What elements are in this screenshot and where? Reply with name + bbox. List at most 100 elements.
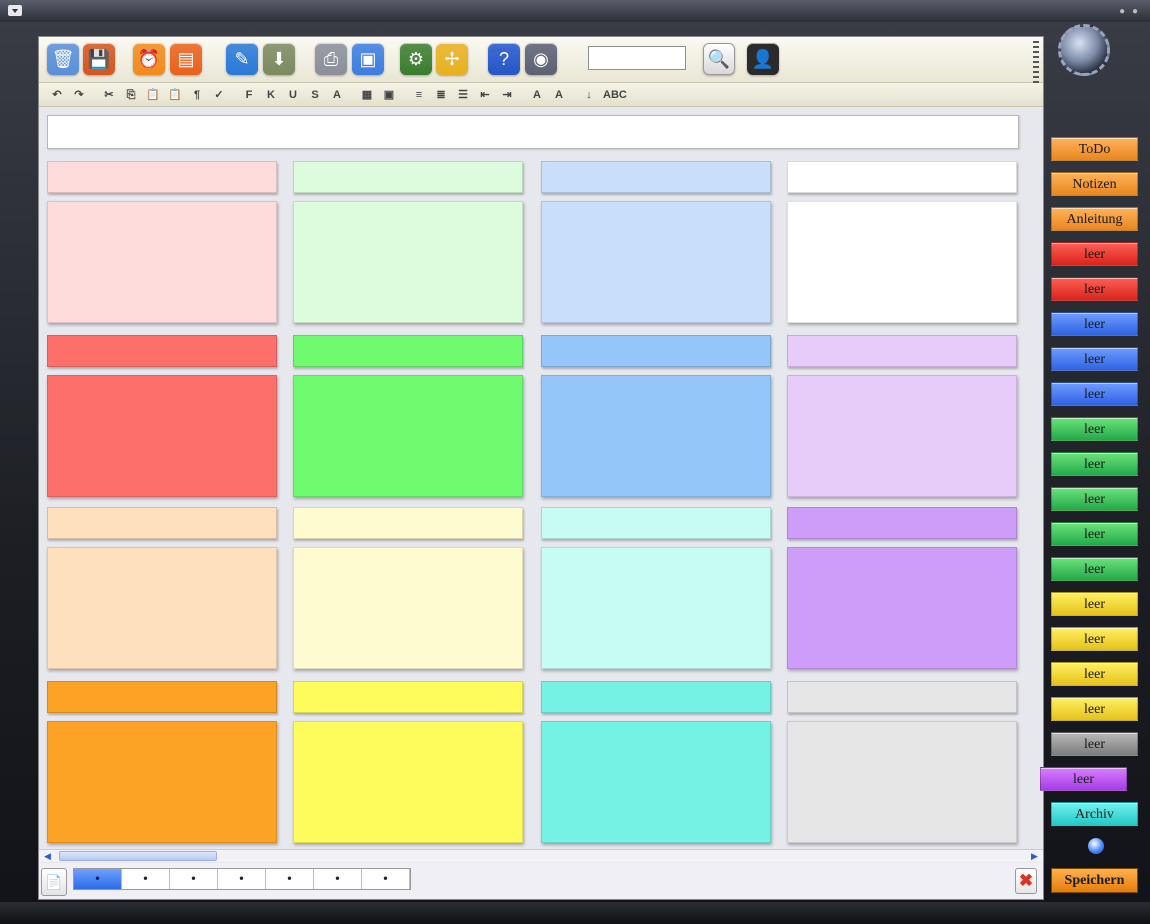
save-button[interactable]: 💾 [83, 43, 115, 75]
note-body-field[interactable] [47, 547, 277, 669]
align-left-icon[interactable]: ≡ [411, 87, 427, 103]
italic-icon[interactable]: K [263, 87, 279, 103]
note-title-field[interactable] [293, 335, 523, 367]
note-body-field[interactable] [293, 547, 523, 669]
sidebar-button-anleitung[interactable]: Anleitung [1051, 207, 1138, 231]
sidebar-button-empty-4[interactable]: leer [1051, 277, 1138, 301]
sidebar-button-empty-13[interactable]: leer [1051, 592, 1138, 616]
navigation-icon[interactable] [1088, 838, 1104, 854]
search-button[interactable]: 🔍 [703, 43, 735, 75]
font-size-down-icon[interactable]: A [551, 87, 567, 103]
note-body-field[interactable] [47, 721, 277, 843]
page-tab[interactable]: • [170, 869, 218, 889]
note-body-field[interactable] [47, 201, 277, 323]
save-button[interactable]: Speichern [1051, 868, 1138, 893]
page-tab[interactable]: • [74, 869, 122, 889]
note-title-field[interactable] [787, 681, 1017, 713]
note-title-field[interactable] [787, 507, 1017, 539]
note-body-field[interactable] [293, 721, 523, 843]
note-body-field[interactable] [787, 375, 1017, 497]
note-title-field[interactable] [293, 681, 523, 713]
page-tab[interactable]: • [362, 869, 410, 889]
scroll-left-icon[interactable]: ◀ [41, 850, 54, 862]
sidebar-button-empty-12[interactable]: leer [1051, 557, 1138, 581]
calendar-button[interactable]: ▤ [170, 43, 202, 75]
sort-icon[interactable]: ↓ [581, 87, 597, 103]
font-size-up-icon[interactable]: A [529, 87, 545, 103]
note-title-field[interactable] [293, 507, 523, 539]
sidebar-button-empty-15[interactable]: leer [1051, 662, 1138, 686]
window-button[interactable]: ▣ [352, 43, 384, 75]
insert-table-icon[interactable]: ▦ [359, 87, 375, 103]
note-body-field[interactable] [47, 375, 277, 497]
globe-icon[interactable] [1058, 24, 1110, 76]
trash-button[interactable]: 🗑 [47, 43, 79, 75]
sidebar-button-notizen[interactable]: Notizen [1051, 172, 1138, 196]
sidebar-button-empty-14[interactable]: leer [1051, 627, 1138, 651]
note-title-field[interactable] [541, 161, 771, 193]
sidebar-button-empty-5[interactable]: leer [1051, 312, 1138, 336]
download-button[interactable]: ⬇ [263, 43, 295, 75]
spellcheck-icon[interactable]: ABC [603, 87, 627, 103]
sidebar-button-empty-16[interactable]: leer [1051, 697, 1138, 721]
note-title-field[interactable] [293, 161, 523, 193]
note-title-field[interactable] [47, 161, 277, 193]
list-icon[interactable]: ☰ [455, 87, 471, 103]
outdent-icon[interactable]: ⇤ [477, 87, 493, 103]
search-input[interactable] [588, 46, 686, 70]
page-tab[interactable]: • [218, 869, 266, 889]
note-title-field[interactable] [47, 507, 277, 539]
sidebar-button-empty-8[interactable]: leer [1051, 417, 1138, 441]
text-input-bar[interactable] [47, 115, 1019, 149]
note-body-field[interactable] [541, 721, 771, 843]
note-body-field[interactable] [541, 547, 771, 669]
brush-button[interactable]: ✎ [226, 43, 258, 75]
user-button[interactable]: 👤 [747, 43, 779, 75]
sidebar-button-empty-3[interactable]: leer [1051, 242, 1138, 266]
note-body-field[interactable] [293, 201, 523, 323]
note-body-field[interactable] [293, 375, 523, 497]
horizontal-scrollbar[interactable]: ◀ ▶ [39, 849, 1043, 862]
help-button[interactable]: ? [488, 43, 520, 75]
cut-icon[interactable]: ✂ [101, 87, 117, 103]
page-tab[interactable]: • [266, 869, 314, 889]
system-menu-icon[interactable] [8, 5, 22, 16]
new-page-button[interactable]: 📄 [41, 868, 67, 896]
note-title-field[interactable] [541, 681, 771, 713]
note-title-field[interactable] [47, 335, 277, 367]
sidebar-button-empty-7[interactable]: leer [1051, 382, 1138, 406]
paste-icon[interactable]: 📋 [145, 87, 161, 103]
sidebar-button-empty-6[interactable]: leer [1051, 347, 1138, 371]
note-body-field[interactable] [787, 201, 1017, 323]
align-center-icon[interactable]: ≣ [433, 87, 449, 103]
sidebar-button-empty-18[interactable]: leer [1040, 767, 1127, 791]
note-body-field[interactable] [541, 375, 771, 497]
sidebar-button-empty-9[interactable]: leer [1051, 452, 1138, 476]
note-title-field[interactable] [541, 507, 771, 539]
sidebar-button-todo[interactable]: ToDo [1051, 137, 1138, 161]
undo-icon[interactable]: ↶ [49, 87, 65, 103]
sidebar-button-archiv[interactable]: Archiv [1051, 802, 1138, 826]
redo-icon[interactable]: ↷ [71, 87, 87, 103]
strikethrough-icon[interactable]: S [307, 87, 323, 103]
sidebar-button-empty-11[interactable]: leer [1051, 522, 1138, 546]
note-title-field[interactable] [47, 681, 277, 713]
paste-special-icon[interactable]: 📋 [167, 87, 183, 103]
note-title-field[interactable] [787, 161, 1017, 193]
alarm-button[interactable]: ⏰ [133, 43, 165, 75]
scroll-thumb[interactable] [59, 851, 217, 861]
bold-icon[interactable]: F [241, 87, 257, 103]
note-body-field[interactable] [787, 721, 1017, 843]
note-body-field[interactable] [541, 201, 771, 323]
note-title-field[interactable] [541, 335, 771, 367]
settings-button[interactable]: ⚙ [400, 43, 432, 75]
fullscreen-button[interactable]: ✢ [436, 43, 468, 75]
indent-icon[interactable]: ⇥ [499, 87, 515, 103]
font-color-icon[interactable]: A [329, 87, 345, 103]
note-body-field[interactable] [787, 547, 1017, 669]
sidebar-button-empty-10[interactable]: leer [1051, 487, 1138, 511]
sidebar-button-empty-17[interactable]: leer [1051, 732, 1138, 756]
delete-page-button[interactable]: ✖ [1015, 868, 1037, 894]
insert-image-icon[interactable]: ▣ [381, 87, 397, 103]
check-icon[interactable]: ✓ [211, 87, 227, 103]
